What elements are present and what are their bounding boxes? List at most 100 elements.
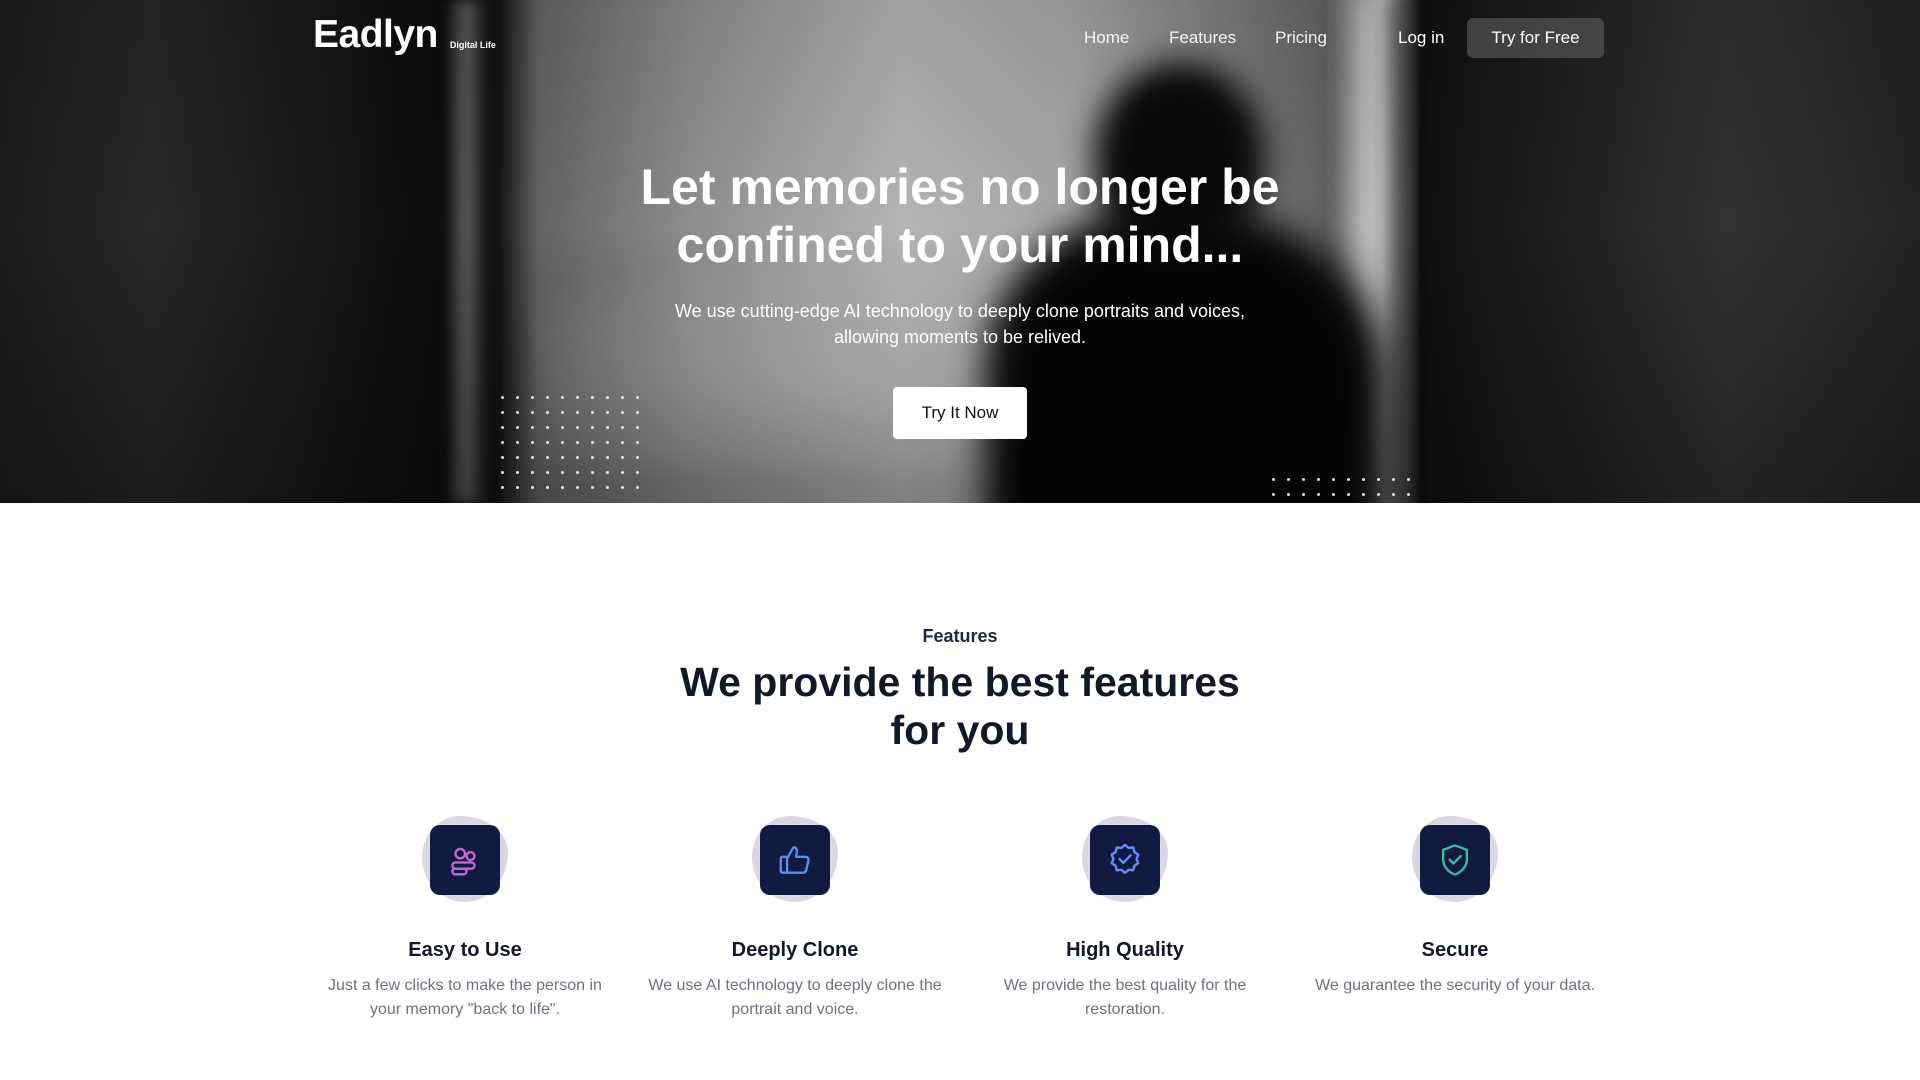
- decorative-dot: [576, 471, 579, 474]
- badge-check-icon: [1090, 825, 1160, 895]
- decorative-dot: [1332, 493, 1335, 496]
- top-navigation: Eadlyn Digital Life Home Features Pricin…: [0, 0, 1920, 76]
- try-for-free-button[interactable]: Try for Free: [1467, 18, 1604, 58]
- thumbs-up-icon: [760, 825, 830, 895]
- feature-description: We guarantee the security of your data.: [1315, 977, 1595, 994]
- feature-card-high-quality: High Quality We provide the best quality…: [975, 812, 1275, 1022]
- decorative-dot: [636, 411, 639, 414]
- decorative-dot: [1272, 493, 1275, 496]
- feature-description: Just a few clicks to make the person in …: [328, 977, 602, 1018]
- feature-icon-wrap: [1405, 812, 1505, 912]
- decorative-dot: [1377, 493, 1380, 496]
- decorative-dot: [1287, 478, 1290, 481]
- feature-title: Easy to Use: [408, 939, 522, 961]
- decorative-dot: [621, 471, 624, 474]
- decorative-dot: [1362, 478, 1365, 481]
- decorative-dot: [1272, 478, 1275, 481]
- feature-description: We use AI technology to deeply clone the…: [648, 977, 942, 1018]
- decorative-dot: [561, 456, 564, 459]
- decorative-dot: [546, 396, 549, 399]
- decorative-dot: [501, 441, 504, 444]
- decorative-dot: [516, 471, 519, 474]
- decorative-dot: [1392, 493, 1395, 496]
- decorative-dot: [501, 471, 504, 474]
- feature-icon-wrap: [415, 812, 515, 912]
- decorative-dot: [636, 456, 639, 459]
- decorative-dot: [591, 426, 594, 429]
- nav-link-features[interactable]: Features: [1169, 28, 1236, 48]
- feature-card-secure: Secure We guarantee the security of your…: [1305, 812, 1605, 998]
- hero-subtitle: We use cutting-edge AI technology to dee…: [674, 301, 1245, 347]
- brand-logo[interactable]: Eadlyn Digital Life: [313, 12, 496, 58]
- decorative-dot: [561, 396, 564, 399]
- nav-link-pricing[interactable]: Pricing: [1275, 28, 1327, 48]
- login-link[interactable]: Log in: [1398, 28, 1444, 48]
- decorative-dot: [606, 456, 609, 459]
- decorative-dot: [621, 456, 624, 459]
- decorative-dot: [621, 426, 624, 429]
- decorative-dot: [501, 456, 504, 459]
- decorative-dot: [1317, 493, 1320, 496]
- decorative-dot: [516, 456, 519, 459]
- decorative-dot: [636, 396, 639, 399]
- decorative-dot: [1332, 478, 1335, 481]
- decorative-dot: [546, 426, 549, 429]
- decorative-dot: [621, 396, 624, 399]
- feature-title: Deeply Clone: [731, 939, 859, 961]
- decorative-dot: [561, 411, 564, 414]
- decorative-dot: [546, 486, 549, 489]
- decorative-dot: [576, 411, 579, 414]
- decorative-dot: [1392, 478, 1395, 481]
- decorative-dot: [1362, 493, 1365, 496]
- feature-description: We provide the best quality for the rest…: [1003, 977, 1247, 1018]
- decorative-dot: [576, 441, 579, 444]
- features-eyebrow: Features: [922, 626, 998, 646]
- brand-name: Eadlyn: [313, 13, 438, 56]
- decorative-dot: [546, 441, 549, 444]
- feature-title: Secure: [1421, 939, 1489, 961]
- decorative-dot: [531, 396, 534, 399]
- decorative-dot: [606, 396, 609, 399]
- decorative-dot: [606, 486, 609, 489]
- decorative-dot: [636, 471, 639, 474]
- decorative-dot: [516, 411, 519, 414]
- decorative-dot: [1302, 478, 1305, 481]
- decorative-dot: [516, 441, 519, 444]
- decorative-dot: [606, 411, 609, 414]
- decorative-dot: [561, 471, 564, 474]
- decorative-dot: [591, 471, 594, 474]
- decorative-dot: [531, 426, 534, 429]
- decorative-dot: [1407, 478, 1410, 481]
- decorative-dot: [591, 396, 594, 399]
- decorative-dot: [531, 471, 534, 474]
- decorative-dot: [621, 486, 624, 489]
- decorative-dot: [636, 486, 639, 489]
- decorative-dot: [1347, 478, 1350, 481]
- decorative-dot: [516, 486, 519, 489]
- decorative-dot: [501, 486, 504, 489]
- decorative-dot: [546, 471, 549, 474]
- shield-check-icon: [1420, 825, 1490, 895]
- decorative-dot: [606, 441, 609, 444]
- decorative-dot: [561, 441, 564, 444]
- feature-icon-wrap: [745, 812, 845, 912]
- decorative-dot: [1302, 493, 1305, 496]
- decorative-dot: [501, 411, 504, 414]
- decorative-dot: [591, 411, 594, 414]
- decorative-dot: [1347, 493, 1350, 496]
- decorative-dot: [501, 426, 504, 429]
- try-it-now-button[interactable]: Try It Now: [893, 387, 1027, 439]
- nav-link-home[interactable]: Home: [1084, 28, 1129, 48]
- decorative-dot: [636, 426, 639, 429]
- decorative-dot: [531, 411, 534, 414]
- dot-pattern-right: [1272, 478, 1410, 496]
- feature-icon-wrap: [1075, 812, 1175, 912]
- decorative-dot: [561, 486, 564, 489]
- decorative-dot: [576, 396, 579, 399]
- decorative-dot: [621, 441, 624, 444]
- hero-title: Let memories no longer be confined to yo…: [640, 159, 1280, 273]
- decorative-dot: [546, 411, 549, 414]
- decorative-dot: [561, 426, 564, 429]
- decorative-dot: [591, 456, 594, 459]
- decorative-dot: [591, 486, 594, 489]
